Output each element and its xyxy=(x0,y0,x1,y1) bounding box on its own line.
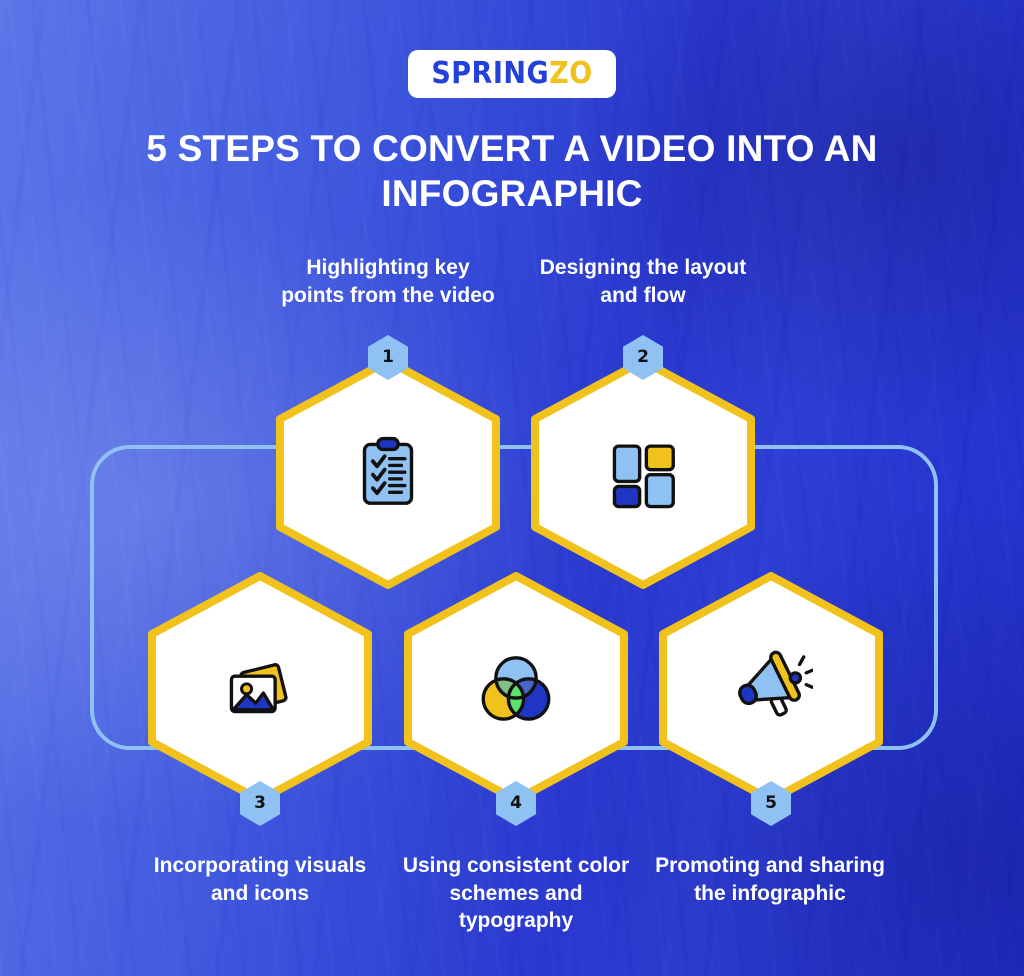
step-caption-5: Promoting and sharing the infographic xyxy=(655,854,885,905)
step-hexagon-4[interactable]: 4 xyxy=(400,572,632,826)
badge-number-1: 1 xyxy=(382,347,394,367)
badge-number-5: 5 xyxy=(765,793,777,813)
step-badge-4: 4 xyxy=(496,781,536,826)
step-badge-5: 5 xyxy=(751,781,791,826)
layout-grid-icon xyxy=(527,357,759,589)
step-badge-1: 1 xyxy=(368,335,408,380)
photo-stack-icon xyxy=(144,572,376,804)
step-caption-1: Highlighting key points from the video xyxy=(281,256,495,307)
megaphone-icon xyxy=(655,572,887,804)
step-hexagon-5[interactable]: 5 xyxy=(655,572,887,826)
brand-logo-part2: ZO xyxy=(549,56,593,91)
step-hexagon-2[interactable]: 2 xyxy=(527,335,759,589)
clipboard-checklist-icon xyxy=(272,357,504,589)
infographic-canvas: SPRINGZO 5 STEPS TO CONVERT A VIDEO INTO… xyxy=(0,0,1024,976)
step-hexagon-3[interactable]: 3 xyxy=(144,572,376,826)
color-circles-icon xyxy=(400,572,632,804)
badge-number-2: 2 xyxy=(637,347,649,367)
page-title: 5 STEPS TO CONVERT A VIDEO INTO AN INFOG… xyxy=(146,128,878,215)
step-caption-3: Incorporating visuals and icons xyxy=(153,854,367,905)
badge-number-3: 3 xyxy=(254,793,266,813)
step-caption-2: Designing the layout and flow xyxy=(539,256,747,307)
step-hexagon-1[interactable]: 1 xyxy=(272,335,504,589)
step-badge-3: 3 xyxy=(240,781,280,826)
brand-logo-part1: SPRING xyxy=(431,56,550,91)
brand-logo: SPRINGZO xyxy=(408,50,616,98)
badge-number-4: 4 xyxy=(510,793,522,813)
brand-logo-text: SPRINGZO xyxy=(431,59,592,89)
step-badge-2: 2 xyxy=(623,335,663,380)
step-caption-4: Using consistent color schemes and typog… xyxy=(402,854,630,933)
